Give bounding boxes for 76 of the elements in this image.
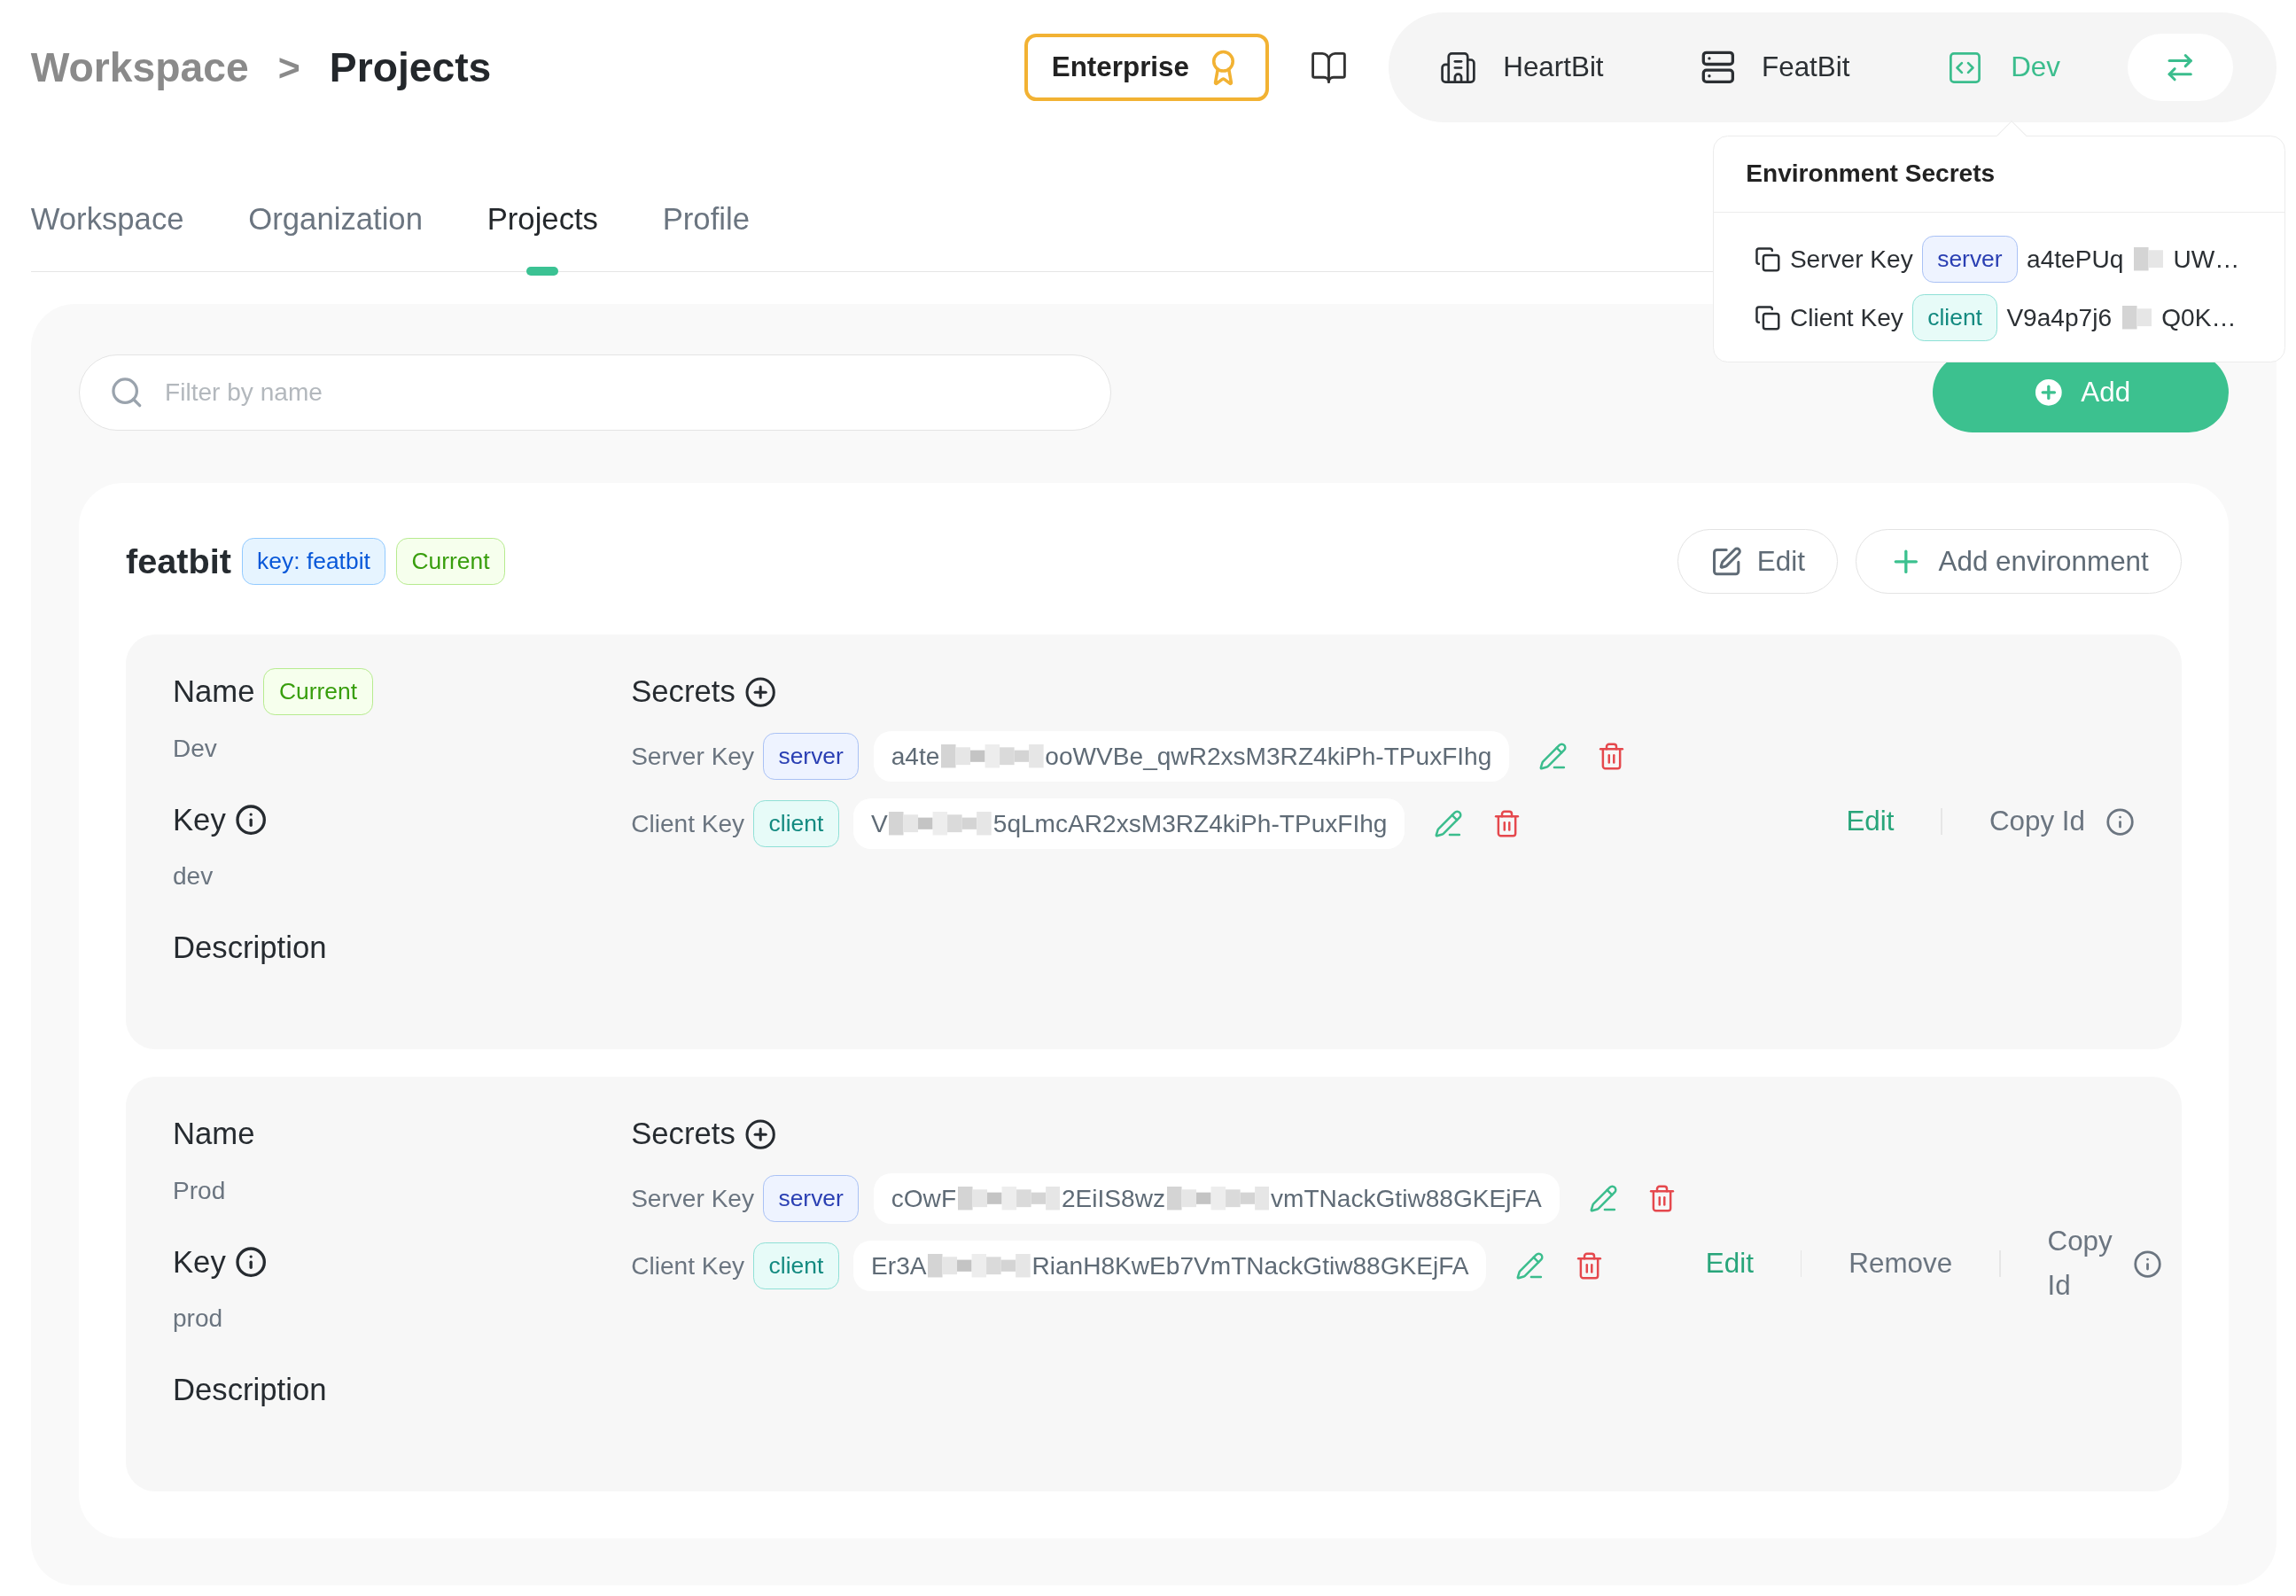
copy-id-link[interactable]: Copy Id xyxy=(1989,799,2086,845)
secret-value: 5qLmcAR2xsM3RZ4kiPh-TPuxFIhg xyxy=(992,809,1388,838)
secret-type-tag: client xyxy=(753,800,839,847)
field-label: Description xyxy=(172,930,327,966)
secret-value: V9a4p7j6 xyxy=(2006,303,2113,332)
edit-secret-button[interactable] xyxy=(1538,742,1568,772)
breadcrumb-item[interactable]: Projects xyxy=(329,43,492,91)
environment-key: dev xyxy=(172,862,632,891)
secret-type-tag: client xyxy=(1911,294,1998,342)
secret-type-tag: server xyxy=(762,733,860,780)
secret-label: Server Key xyxy=(1789,245,1913,274)
blurred-text-drawing xyxy=(2133,247,2163,271)
secret-value: Er3A xyxy=(871,1251,927,1281)
field-label: Key xyxy=(172,802,226,837)
secret-label: Server Key xyxy=(631,1184,755,1213)
field-label: Name xyxy=(172,674,255,710)
edit-link[interactable]: Edit xyxy=(1705,1242,1754,1287)
remove-link[interactable]: Remove xyxy=(1848,1242,1953,1287)
environment-key: prod xyxy=(172,1304,632,1334)
secrets-label: Secrets xyxy=(631,674,735,710)
info-icon xyxy=(2105,806,2136,837)
secret-label: Client Key xyxy=(631,1251,745,1281)
blurred-text-drawing xyxy=(2121,306,2152,330)
secret-type-tag: server xyxy=(762,1175,860,1222)
secrets-label: Secrets xyxy=(631,1117,735,1152)
secret-type-tag: server xyxy=(1921,236,2019,284)
copy-icon[interactable] xyxy=(1755,245,1781,273)
secret-value: a4te xyxy=(891,742,940,771)
add-secret-icon[interactable] xyxy=(743,1117,776,1151)
secret-label: Server Key xyxy=(631,742,755,771)
project-name: featbit xyxy=(126,541,231,582)
secret-value: ooWVBe_qwR2xsM3RZ4kiPh-TPuxFIhg xyxy=(1045,742,1492,771)
environment-name: Prod xyxy=(172,1176,227,1205)
field-label: Name xyxy=(172,1117,255,1152)
secret-type-tag: client xyxy=(753,1242,839,1289)
secret-value: a4tePUq xyxy=(2027,245,2124,274)
environment-name: Dev xyxy=(172,734,218,763)
edit-button[interactable]: Edit xyxy=(1677,529,1839,595)
secret-value: 2EiIS8wz xyxy=(1062,1184,1166,1213)
tab[interactable]: Workspace xyxy=(30,193,184,276)
search-input[interactable]: Filter by name xyxy=(161,377,1082,409)
edit-link[interactable]: Edit xyxy=(1846,799,1895,845)
plan-button[interactable]: Enterprise xyxy=(1024,34,1269,101)
popover-title: Environment Secrets xyxy=(1713,136,2285,213)
breadcrumb-item[interactable]: Workspace xyxy=(30,43,249,91)
secret-value: UW… xyxy=(2173,245,2240,274)
field-label: Description xyxy=(172,1373,327,1408)
edit-secret-button[interactable] xyxy=(1434,809,1464,839)
context-item[interactable]: HeartBit xyxy=(1438,48,1604,87)
copy-id-link[interactable]: Copy Id xyxy=(2047,1218,2113,1309)
server-icon xyxy=(1700,50,1736,85)
info-icon xyxy=(234,1246,267,1279)
secret-value: RianH8KwEb7VmTNackGtiw88GKEjFA xyxy=(1031,1251,1469,1281)
tab[interactable]: Profile xyxy=(662,193,750,276)
add-environment-button[interactable]: Add environment xyxy=(1856,529,2183,595)
secret-value: V xyxy=(871,809,888,838)
secret-value: vmTNackGtiw88GKEjFA xyxy=(1270,1184,1542,1213)
secret-value: cOwF xyxy=(891,1184,957,1213)
tab[interactable]: Organization xyxy=(248,193,423,276)
context-item[interactable]: FeatBit xyxy=(1700,50,1850,85)
secret-value: Q0K… xyxy=(2161,303,2237,332)
secret-label: Client Key xyxy=(631,809,745,838)
tab[interactable]: Projects xyxy=(486,193,598,276)
project-tag: key: featbit xyxy=(241,538,386,586)
edit-secret-button[interactable] xyxy=(1515,1251,1545,1281)
project-tag: Current xyxy=(395,538,506,586)
info-icon xyxy=(234,804,267,837)
breadcrumb-separator: > xyxy=(277,45,300,90)
add-secret-icon[interactable] xyxy=(743,675,776,708)
info-icon xyxy=(2132,1249,2162,1279)
search-field[interactable]: Filter by name xyxy=(79,354,1112,431)
copy-icon[interactable] xyxy=(1755,304,1781,331)
field-label: Key xyxy=(172,1244,226,1280)
current-tag: Current xyxy=(263,668,373,716)
secret-label: Client Key xyxy=(1789,303,1903,332)
edit-secret-button[interactable] xyxy=(1588,1184,1618,1214)
